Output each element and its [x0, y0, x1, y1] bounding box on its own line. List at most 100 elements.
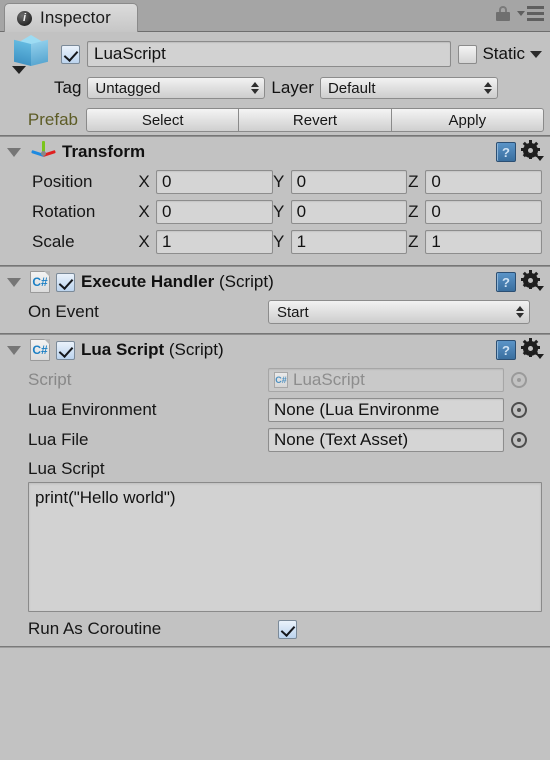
execute-handler-title-text: Execute Handler [81, 272, 215, 291]
transform-scale-row: Scale X 1 Y 1 Z 1 [0, 227, 550, 257]
transform-title: Transform [62, 142, 146, 161]
position-y-input[interactable]: 0 [290, 170, 408, 194]
gear-icon[interactable] [521, 140, 544, 162]
rotation-z-input[interactable]: 0 [425, 200, 543, 224]
static-control: Static [458, 44, 542, 64]
rotation-x-input[interactable]: 0 [156, 200, 273, 224]
lua-environment-objectfield[interactable]: None (Lua Environme [268, 398, 504, 422]
position-y-cell: Y 0 [273, 170, 408, 194]
prefab-select-button[interactable]: Select [86, 108, 240, 132]
inspector-tabbar: i Inspector [0, 0, 550, 32]
position-z-input[interactable]: 0 [425, 170, 543, 194]
axis-z-label: Z [408, 232, 419, 251]
execute-handler-foldout-icon[interactable] [7, 277, 21, 287]
csharp-script-icon: C# [274, 372, 288, 388]
lua-script-foldout-icon[interactable] [7, 345, 21, 355]
position-x-cell: X 0 [138, 170, 273, 194]
lua-environment-row: Lua Environment None (Lua Environme [0, 395, 550, 425]
static-dropdown-icon[interactable] [530, 50, 542, 58]
lua-script-title-suffix: (Script) [164, 340, 224, 359]
lua-file-label: Lua File [28, 430, 89, 449]
on-event-updown-icon [515, 305, 525, 319]
static-checkbox[interactable] [458, 44, 478, 64]
gameobject-enabled-checkbox[interactable] [61, 44, 80, 64]
inspector-footer [0, 648, 550, 666]
rotation-y-cell: Y 0 [273, 200, 408, 224]
axis-z-label: Z [408, 172, 419, 191]
gameobject-name-row: LuaScript Static [8, 35, 542, 74]
cube-icon[interactable] [10, 33, 54, 77]
execute-handler-title: Execute Handler (Script) [81, 272, 490, 292]
layer-updown-icon [483, 81, 493, 95]
scale-x-cell: X 1 [138, 230, 273, 254]
lua-script-title: Lua Script (Script) [81, 340, 490, 360]
gameobject-name-input[interactable]: LuaScript [87, 41, 452, 67]
gameobject-header: LuaScript Static Tag Untagged Layer Defa… [0, 32, 550, 105]
layer-dropdown[interactable]: Default [319, 77, 498, 99]
layer-value: Default [327, 79, 376, 97]
help-icon[interactable] [496, 142, 516, 162]
prefab-label: Prefab [27, 110, 78, 129]
scale-y-cell: Y 1 [273, 230, 408, 254]
lua-script-textarea[interactable]: print("Hello world") [28, 482, 542, 612]
component-header-transform[interactable]: Transform [0, 137, 550, 167]
script-row: Script C# LuaScript [0, 365, 550, 395]
position-label: Position [32, 172, 93, 191]
lua-script-enabled-checkbox[interactable] [56, 340, 75, 360]
on-event-dropdown[interactable]: Start [268, 300, 530, 324]
run-as-coroutine-checkbox[interactable] [278, 619, 297, 639]
scale-z-cell: Z 1 [407, 230, 543, 254]
info-icon: i [17, 10, 32, 26]
execute-handler-title-suffix: (Script) [214, 272, 274, 291]
script-label: Script [28, 370, 72, 389]
help-icon[interactable] [496, 272, 516, 292]
script-value: LuaScript [293, 370, 365, 389]
static-label: Static [482, 44, 525, 63]
tag-dropdown[interactable]: Untagged [87, 77, 266, 99]
layer-label: Layer [271, 78, 314, 97]
axis-x-label: X [138, 232, 150, 251]
tag-layer-row: Tag Untagged Layer Default [8, 75, 542, 101]
on-event-row: On Event Start [0, 297, 550, 327]
transform-rotation-row: Rotation X 0 Y 0 Z 0 [0, 197, 550, 227]
scale-x-input[interactable]: 1 [156, 230, 273, 254]
tag-value: Untagged [95, 79, 161, 97]
axis-x-label: X [138, 202, 150, 221]
scale-z-input[interactable]: 1 [425, 230, 543, 254]
rotation-x-cell: X 0 [138, 200, 273, 224]
gear-icon[interactable] [521, 338, 544, 360]
component-header-lua-script[interactable]: C# Lua Script (Script) [0, 335, 550, 365]
lua-script-textarea-wrap: print("Hello world") [0, 482, 550, 612]
axis-y-label: Y [273, 232, 285, 251]
rotation-label: Rotation [32, 202, 96, 221]
run-as-coroutine-label: Run As Coroutine [28, 619, 162, 638]
lua-environment-label: Lua Environment [28, 400, 157, 419]
run-as-coroutine-row: Run As Coroutine [0, 612, 550, 646]
gear-icon[interactable] [521, 270, 544, 292]
lua-file-objectfield[interactable]: None (Text Asset) [268, 428, 504, 452]
transform-foldout-icon[interactable] [7, 147, 21, 157]
rotation-y-input[interactable]: 0 [290, 200, 408, 224]
script-object-picker-icon [511, 372, 527, 388]
axis-x-label: X [138, 172, 150, 191]
component-header-execute-handler[interactable]: C# Execute Handler (Script) [0, 267, 550, 297]
lua-script-title-text: Lua Script [81, 340, 165, 359]
prefab-row: Prefab Select Revert Apply [0, 105, 550, 135]
tab-inspector[interactable]: i Inspector [4, 3, 138, 32]
tag-label: Tag [54, 78, 82, 97]
lua-environment-object-picker-icon[interactable] [511, 402, 527, 418]
position-x-input[interactable]: 0 [156, 170, 273, 194]
lock-icon[interactable] [496, 6, 510, 21]
hamburger-menu-icon[interactable] [517, 6, 544, 21]
prefab-revert-button[interactable]: Revert [238, 108, 392, 132]
help-icon[interactable] [496, 340, 516, 360]
transform-axis-icon [30, 140, 56, 164]
execute-handler-enabled-checkbox[interactable] [56, 272, 75, 292]
scale-y-input[interactable]: 1 [290, 230, 408, 254]
position-z-cell: Z 0 [407, 170, 543, 194]
tab-inspector-label: Inspector [40, 8, 111, 27]
csharp-script-icon: C# [30, 339, 50, 361]
csharp-script-icon: C# [30, 271, 50, 293]
prefab-apply-button[interactable]: Apply [390, 108, 544, 132]
lua-file-object-picker-icon[interactable] [511, 432, 527, 448]
